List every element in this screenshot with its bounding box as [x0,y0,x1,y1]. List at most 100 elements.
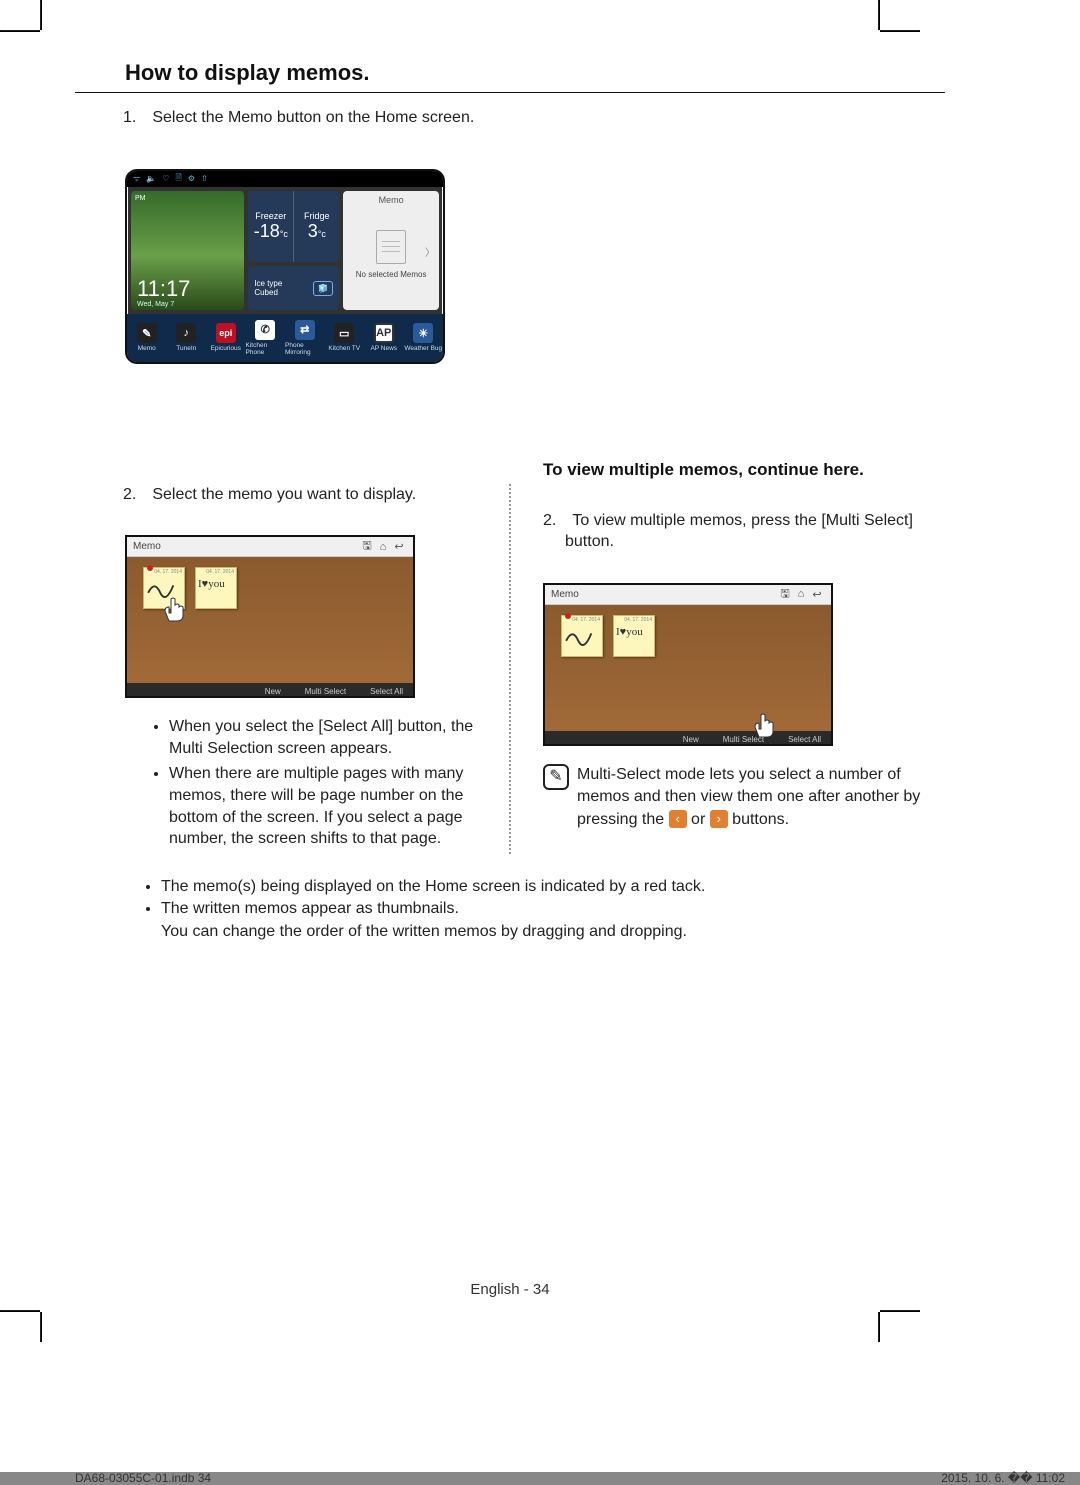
memo-widget: Memo No selected Memos 〉 [343,191,439,310]
epicurious-icon: epi [216,323,236,343]
dock-item-kitchen-tv: ▭Kitchen TV [325,314,365,362]
chevron-right-icon: 〉 [425,244,435,259]
freezer-label: Freezer [255,211,286,221]
memo-thumbnail-2: 04. 17. 2014 I♥you [613,615,655,657]
left-step-2: 2. Select the memo you want to display. [75,484,477,506]
crop-mark [880,30,920,32]
dock-item-apnews: APAP News [364,314,404,362]
section-heading: How to display memos. [75,60,945,93]
memo-thumbnail-2: 04. 17. 2014 I♥you [195,567,237,609]
bullet-item: The written memos appear as thumbnails. … [161,898,945,943]
page-sheet: How to display memos. 1. Select the Memo… [0,0,1080,1472]
ice-value: Cubed [254,288,307,297]
home-widgets-row: PM 11:17 Wed, May 7 Freezer -18°c Fridge… [127,187,443,314]
memo-titlebar: Memo 🖫 ⌂ ↩ [127,537,413,557]
tv-icon: ▭ [334,323,354,343]
heart-icon: ♡ [162,174,169,183]
chevron-left-icon: ‹ [669,810,687,828]
memo-widget-label: Memo [379,195,404,205]
dock-label: AP News [370,345,397,352]
gear-icon: ⚙ [188,174,195,183]
freezer-temp: -18 [254,221,280,241]
back-icon: ↩ [809,588,825,601]
memo-title: Memo [133,541,161,552]
dock-label: Epicurious [211,345,241,352]
dock-label: TuneIn [176,345,196,352]
memo-corkboard: 04. 17. 2014 04. 17. 2014 I♥you [127,557,413,683]
page-footer-left: DA68-03055C-01.indb 34 [75,1471,211,1485]
screenshot-home: ᯤ 🔈 ♡ 🗎 ⚙ ⇧ PM 11:17 Wed, May 7 Freezer [125,169,445,364]
dock-item-weather: ☀ Weather Bug [404,314,444,362]
select-all-button: Select All [788,735,821,744]
new-button: New [265,687,281,696]
memo-icon: ✎ [137,323,157,343]
fridge-temp: 3 [308,221,318,241]
note-text: Multi-Select mode lets you select a numb… [577,764,945,831]
note-text-post: buttons. [728,811,789,828]
dock-label: Phone Mirroring [285,342,325,356]
screenshot-memo-multiselect: Memo 🖫 ⌂ ↩ 04. 17. 2014 04. 17. [543,583,833,746]
dock-item-tunein: ♪ TuneIn [167,314,207,362]
weather-icon: ☀ [413,323,433,343]
back-icon: ↩ [391,540,407,553]
hand-cursor-icon [161,593,191,623]
memo-titlebar: Memo 🖫 ⌂ ↩ [545,585,831,605]
phone-icon: ✆ [255,320,275,340]
memo-bottombar: New Multi Select Select All [545,731,831,746]
page-content: How to display memos. 1. Select the Memo… [75,60,945,1320]
right-step-2: 2. To view multiple memos, press the [Mu… [543,510,945,553]
mirroring-icon: ⇄ [295,320,315,340]
temp-unit: °c [280,229,288,239]
memo-date: 04. 17. 2014 [196,568,236,576]
ice-cup-icon: 🧊 [313,281,333,296]
time-value: 11:17 [137,276,190,302]
memo-doc-icon [376,230,406,264]
temp-unit: °c [318,229,326,239]
left-bullet-list: When you select the [Select All] button,… [75,716,477,850]
right-column: To view multiple memos, continue here. 2… [543,484,945,854]
dock-label: Weather Bug [404,345,442,352]
note-text-mid: or [687,811,710,828]
ice-widget: Ice type Cubed 🧊 [248,266,339,309]
memo-bottombar: New Multi Select Select All [127,683,413,698]
dock-item-mirroring: ⇄ Phone Mirroring [285,314,325,362]
sound-icon: 🔈 [146,174,156,183]
upload-icon: ⇧ [201,174,208,183]
save-icon: 🖫 [359,537,375,556]
crop-mark [878,0,880,30]
common-bullet-list: The memo(s) being displayed on the Home … [75,876,945,943]
dock-item-epicurious: epi Epicurious [206,314,246,362]
fridge-label: Fridge [304,211,330,221]
page-footer-center: English - 34 [75,1281,945,1298]
wifi-icon: ᯤ [133,173,140,184]
right-subheading: To view multiple memos, continue here. [543,460,945,480]
red-tack-icon [565,613,571,619]
memo-corkboard: 04. 17. 2014 04. 17. 2014 I♥you [545,605,831,731]
home-icon: ⌂ [375,541,391,553]
memo-date: 04. 17. 2014 [614,616,654,624]
vertical-separator [509,484,511,854]
bullet-item: The memo(s) being displayed on the Home … [161,876,945,898]
page-footer-right: 2015. 10. 6. �� 11:02 [941,1471,1065,1485]
screenshot-memo-select: Memo 🖫 ⌂ ↩ 04. 17. 2014 04. 17. [125,535,415,698]
bullet-item: When you select the [Select All] button,… [169,716,477,759]
memo-empty-text: No selected Memos [356,270,427,279]
dock-item-memo: ✎Memo [127,314,167,362]
bullet-item: When there are multiple pages with many … [169,763,477,849]
save-icon: 🖫 [777,585,793,604]
crop-mark [40,0,42,30]
crop-mark [0,1310,40,1312]
temperature-widget: Freezer -18°c Fridge 3°c [248,191,339,263]
ice-label: Ice type [254,279,307,288]
date-value: Wed, May 7 [137,301,174,308]
fridge-widget-column: Freezer -18°c Fridge 3°c Ice type Cubed [248,191,339,310]
hand-cursor-icon [751,709,781,739]
crop-mark [0,30,40,32]
tunein-icon: ♪ [176,323,196,343]
two-column-layout: 2. Select the memo you want to display. … [75,484,945,854]
status-bar: ᯤ 🔈 ♡ 🗎 ⚙ ⇧ [127,171,443,187]
time-ampm: PM [135,195,240,202]
dock-label: Kitchen Phone [246,342,286,356]
memo-text: I♥you [614,624,654,640]
left-column: 2. Select the memo you want to display. … [75,484,477,854]
